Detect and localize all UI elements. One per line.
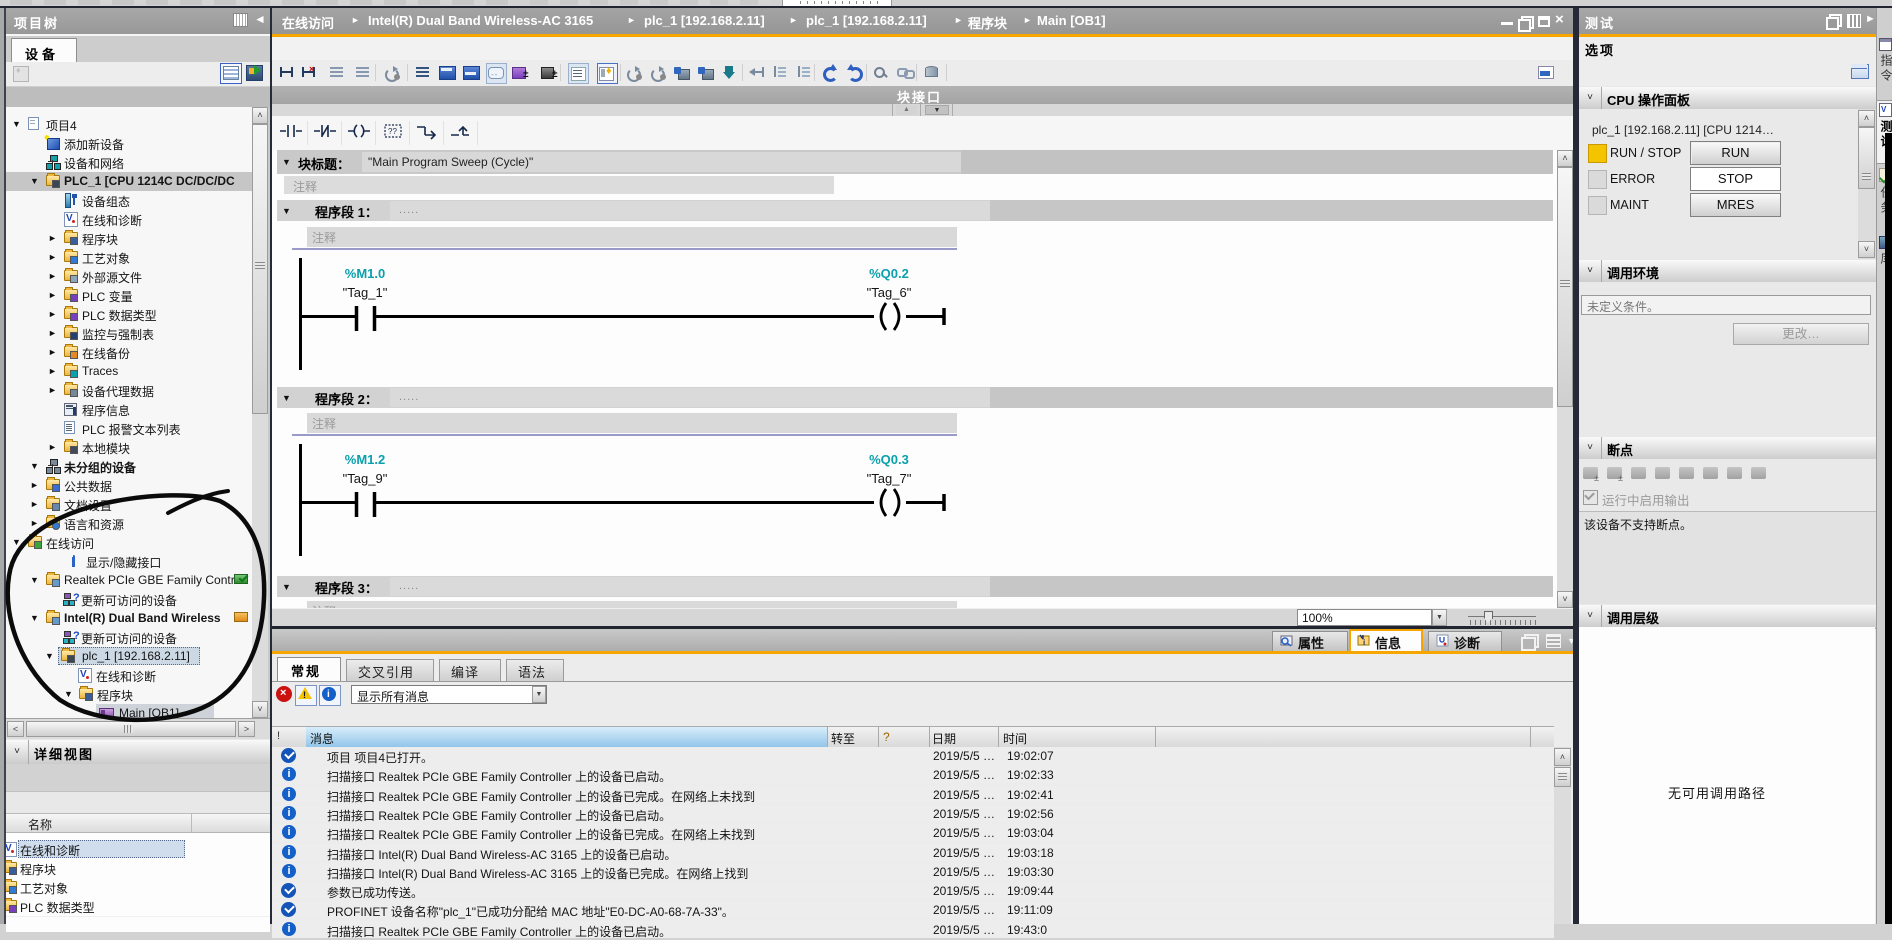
svg-text:i: i [1363, 638, 1365, 647]
svg-text:??: ?? [388, 127, 397, 136]
